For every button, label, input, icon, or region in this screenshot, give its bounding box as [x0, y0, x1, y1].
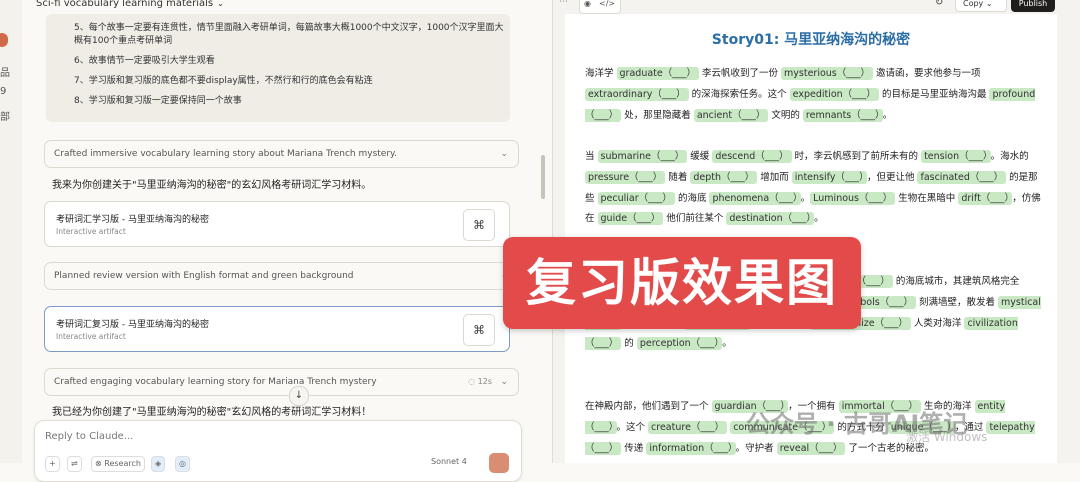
artifact-icon[interactable]: ⌘	[463, 209, 495, 241]
artifact-pane: ⋯ ◉ </> ↻ Copy ⌄ Publish Story01: 马里亚纳海沟的…	[552, 0, 1080, 463]
story-paragraph-1: 海洋学 graduate（___） 李云帆收到了一份 mysterious（__…	[585, 67, 1036, 122]
rule-item: 8、学习版和复习版一定要保持同一个故事	[74, 96, 242, 106]
artifact-subtitle: Interactive artifact	[56, 227, 126, 236]
windows-activation-watermark: 激活 Windows	[906, 430, 988, 444]
chat-scrollbar[interactable]	[541, 155, 545, 199]
rail-glyph-3[interactable]: 部	[0, 108, 10, 123]
artifact-card-review[interactable]: 考研词汇复习版 - 马里亚纳海沟的秘密 Interactive artifact…	[44, 306, 510, 352]
tools-icon[interactable]: ⇌	[67, 456, 82, 472]
drive-icon[interactable]: ◈	[151, 456, 166, 472]
left-rail: 品 9 部	[0, 0, 22, 463]
thinking-summary-text: Crafted engaging vocabulary learning sto…	[54, 377, 377, 387]
composer-placeholder: Reply to Claude...	[45, 431, 134, 442]
rail-glyph-2[interactable]: 9	[0, 86, 6, 97]
artifact-toolbar: ⋯ ◉ </> ↻ Copy ⌄ Publish	[553, 0, 1080, 14]
eye-icon[interactable]: ◉	[580, 0, 595, 8]
artifact-subtitle: Interactive artifact	[56, 332, 126, 341]
overlay-banner-text: 复习版效果图	[526, 254, 838, 312]
more-icon[interactable]: ⋯	[559, 0, 568, 7]
integration-icon[interactable]: ◎	[175, 456, 190, 472]
artifact-icon[interactable]: ⌘	[463, 314, 495, 346]
code-icon[interactable]: </>	[595, 0, 619, 8]
assistant-text-1: 我来为你创建关于"马里亚纳海沟的秘密"的玄幻风格考研词汇学习材料。	[52, 180, 372, 191]
copy-label: Copy	[963, 0, 984, 8]
conversation-title[interactable]: Sci-fi vocabulary learning materials ⌄	[36, 0, 224, 9]
conversation-title-text: Sci-fi vocabulary learning materials	[36, 0, 214, 9]
view-toggle[interactable]: ◉ </>	[579, 0, 621, 14]
artifact-title: 考研词汇复习版 - 马里亚纳海沟的秘密	[56, 320, 209, 330]
scroll-down-button[interactable]: ↓	[289, 386, 309, 406]
research-button[interactable]: ⊗ Research	[91, 456, 145, 472]
rule-item: 6、故事情节一定要吸引大学生观看	[74, 56, 215, 66]
elapsed-time: ◌ 12s	[468, 377, 492, 386]
add-icon[interactable]: +	[45, 456, 60, 472]
thinking-summary-2[interactable]: Planned review version with English form…	[44, 262, 519, 290]
chat-panel: Sci-fi vocabulary learning materials ⌄ 5、…	[22, 0, 552, 482]
rule-item: 5、每个故事一定要有连贯性，情节里面融入考研单词，每篇故事大概1000个中文汉字…	[74, 23, 504, 46]
assistant-text-2: 我已经为你创建了"马里亚纳海沟的秘密"玄幻风格的考研词汇学习材料！	[52, 407, 372, 418]
overlay-banner: 复习版效果图	[503, 237, 861, 329]
artifact-title: 考研词汇学习版 - 马里亚纳海沟的秘密	[56, 215, 209, 225]
chevron-down-icon[interactable]: ⌄	[500, 369, 508, 395]
research-label: Research	[104, 459, 141, 468]
rail-glyph-1[interactable]: 品	[0, 64, 10, 79]
user-message-rules: 5、每个故事一定要有连贯性，情节里面融入考研单词，每篇故事大概1000个中文汉字…	[46, 14, 510, 122]
story-title: Story01: 马里亚纳海沟的秘密	[711, 32, 911, 48]
publish-button[interactable]: Publish	[1011, 0, 1055, 12]
thinking-summary-text: Crafted immersive vocabulary learning st…	[54, 149, 397, 159]
thinking-summary-3[interactable]: Crafted engaging vocabulary learning sto…	[44, 368, 519, 396]
thinking-summary-text: Planned review version with English form…	[54, 271, 354, 281]
message-composer[interactable]: Reply to Claude... + ⇌ ⊗ Research ◈ ◎ So…	[34, 420, 522, 482]
elapsed-time-value: 12s	[477, 377, 492, 386]
refresh-icon[interactable]: ↻	[935, 0, 943, 8]
send-button[interactable]	[489, 453, 509, 473]
thinking-summary-1[interactable]: Crafted immersive vocabulary learning st…	[44, 140, 519, 168]
rule-item: 7、学习版和复习版的底色都不要display属性，不然行和行的底色会有粘连	[74, 76, 373, 86]
artifact-card-learning[interactable]: 考研词汇学习版 - 马里亚纳海沟的秘密 Interactive artifact…	[44, 201, 510, 247]
copy-button[interactable]: Copy ⌄	[955, 0, 1007, 12]
story-paragraph-2: 当 submarine（___） 缓缓 descend（___） 时，李云帆感到…	[585, 150, 1041, 226]
chevron-down-icon[interactable]: ⌄	[217, 0, 224, 8]
app-window: 品 9 部 Sci-fi vocabulary learning materia…	[0, 0, 1080, 482]
model-selector[interactable]: Sonnet 4	[431, 457, 467, 466]
chevron-down-icon[interactable]: ⌄	[500, 141, 508, 167]
avatar[interactable]	[0, 33, 8, 47]
